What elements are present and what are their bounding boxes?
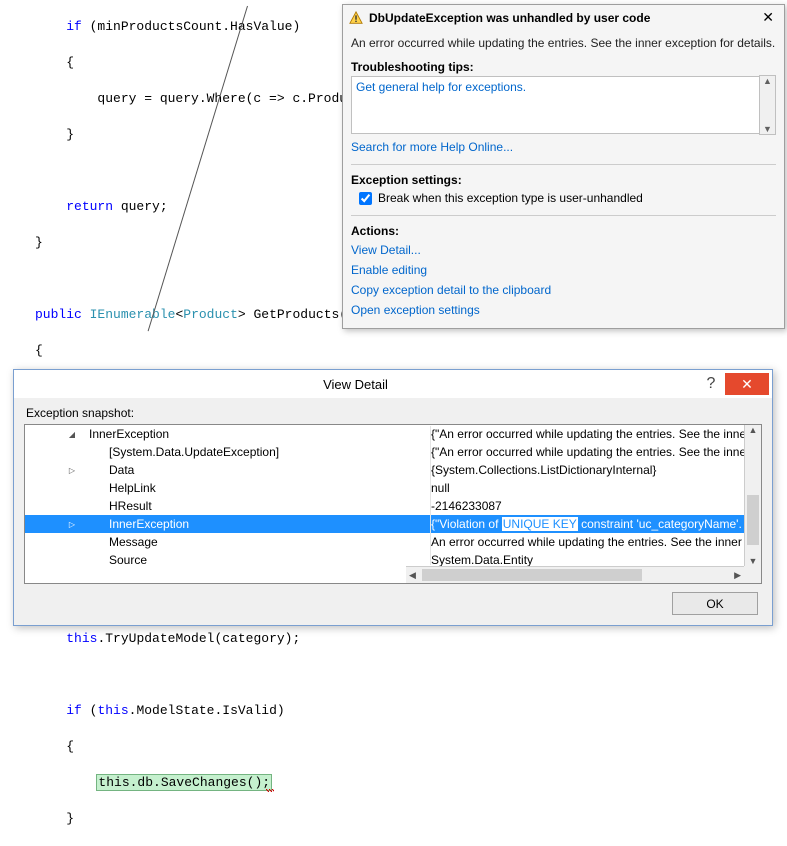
exception-popup: DbUpdateException was unhandled by user … — [342, 4, 785, 329]
tip-link[interactable]: Get general help for exceptions. — [356, 80, 526, 94]
enable-editing-link[interactable]: Enable editing — [351, 260, 776, 280]
property-value: System.Data.Entity — [431, 553, 761, 567]
column-divider[interactable] — [430, 426, 431, 565]
exception-line: this.db.SaveChanges(); — [97, 775, 271, 790]
property-row-selected[interactable]: InnerException{"Violation of UNIQUE KEY … — [25, 515, 761, 533]
tips-box: Get general help for exceptions. — [351, 76, 759, 134]
property-value: {"Violation of UNIQUE KEY constraint 'uc… — [431, 517, 761, 531]
exception-title: DbUpdateException was unhandled by user … — [369, 11, 758, 25]
view-detail-dialog: View Detail ? ✕ Exception snapshot: Inne… — [13, 369, 773, 626]
warning-icon — [349, 11, 363, 25]
property-row[interactable]: InnerException{"An error occurred while … — [25, 425, 761, 443]
highlighted-text: UNIQUE KEY — [502, 517, 578, 531]
settings-heading: Exception settings: — [351, 169, 776, 189]
scroll-corner — [744, 566, 761, 583]
property-name: InnerException — [81, 517, 431, 531]
property-row[interactable]: [System.Data.UpdateException]{"An error … — [25, 443, 761, 461]
property-name: Source — [81, 553, 431, 567]
property-row[interactable]: Data{System.Collections.ListDictionaryIn… — [25, 461, 761, 479]
property-name: HResult — [81, 499, 431, 513]
snapshot-label: Exception snapshot: — [24, 406, 762, 424]
expand-icon[interactable] — [25, 520, 81, 529]
open-settings-link[interactable]: Open exception settings — [351, 300, 776, 320]
actions-heading: Actions: — [351, 220, 776, 240]
expand-icon[interactable] — [25, 430, 81, 439]
tips-heading: Troubleshooting tips: — [351, 56, 776, 76]
expand-icon[interactable] — [25, 466, 81, 475]
dialog-title: View Detail — [14, 377, 697, 392]
property-value: {System.Collections.ListDictionaryIntern… — [431, 463, 761, 477]
property-value: {"An error occurred while updating the e… — [431, 427, 761, 441]
break-checkbox[interactable] — [359, 192, 372, 205]
property-grid[interactable]: InnerException{"An error occurred while … — [24, 424, 762, 584]
property-name: [System.Data.UpdateException] — [81, 445, 431, 459]
property-value: null — [431, 481, 761, 495]
property-row[interactable]: MessageAn error occurred while updating … — [25, 533, 761, 551]
ok-button[interactable]: OK — [672, 592, 758, 615]
property-value: {"An error occurred while updating the e… — [431, 445, 761, 459]
tips-scrollbar[interactable]: ▲▼ — [759, 75, 776, 135]
help-button[interactable]: ? — [697, 375, 725, 393]
property-value: An error occurred while updating the ent… — [431, 535, 761, 549]
break-label: Break when this exception type is user-u… — [378, 191, 643, 205]
close-button[interactable]: ✕ — [758, 9, 778, 26]
property-row[interactable]: HelpLinknull — [25, 479, 761, 497]
property-row[interactable]: HResult-2146233087 — [25, 497, 761, 515]
property-name: Data — [81, 463, 431, 477]
dialog-close-button[interactable]: ✕ — [725, 373, 769, 395]
copy-detail-link[interactable]: Copy exception detail to the clipboard — [351, 280, 776, 300]
property-name: HelpLink — [81, 481, 431, 495]
exception-message: An error occurred while updating the ent… — [351, 34, 776, 56]
property-name: Message — [81, 535, 431, 549]
search-help-link[interactable]: Search for more Help Online... — [351, 140, 513, 154]
property-name: InnerException — [81, 427, 431, 441]
horizontal-scrollbar[interactable]: ◀▶ — [406, 566, 744, 583]
property-value: -2146233087 — [431, 499, 761, 513]
vertical-scrollbar[interactable]: ▲▼ — [744, 425, 761, 566]
view-detail-link[interactable]: View Detail... — [351, 240, 776, 260]
